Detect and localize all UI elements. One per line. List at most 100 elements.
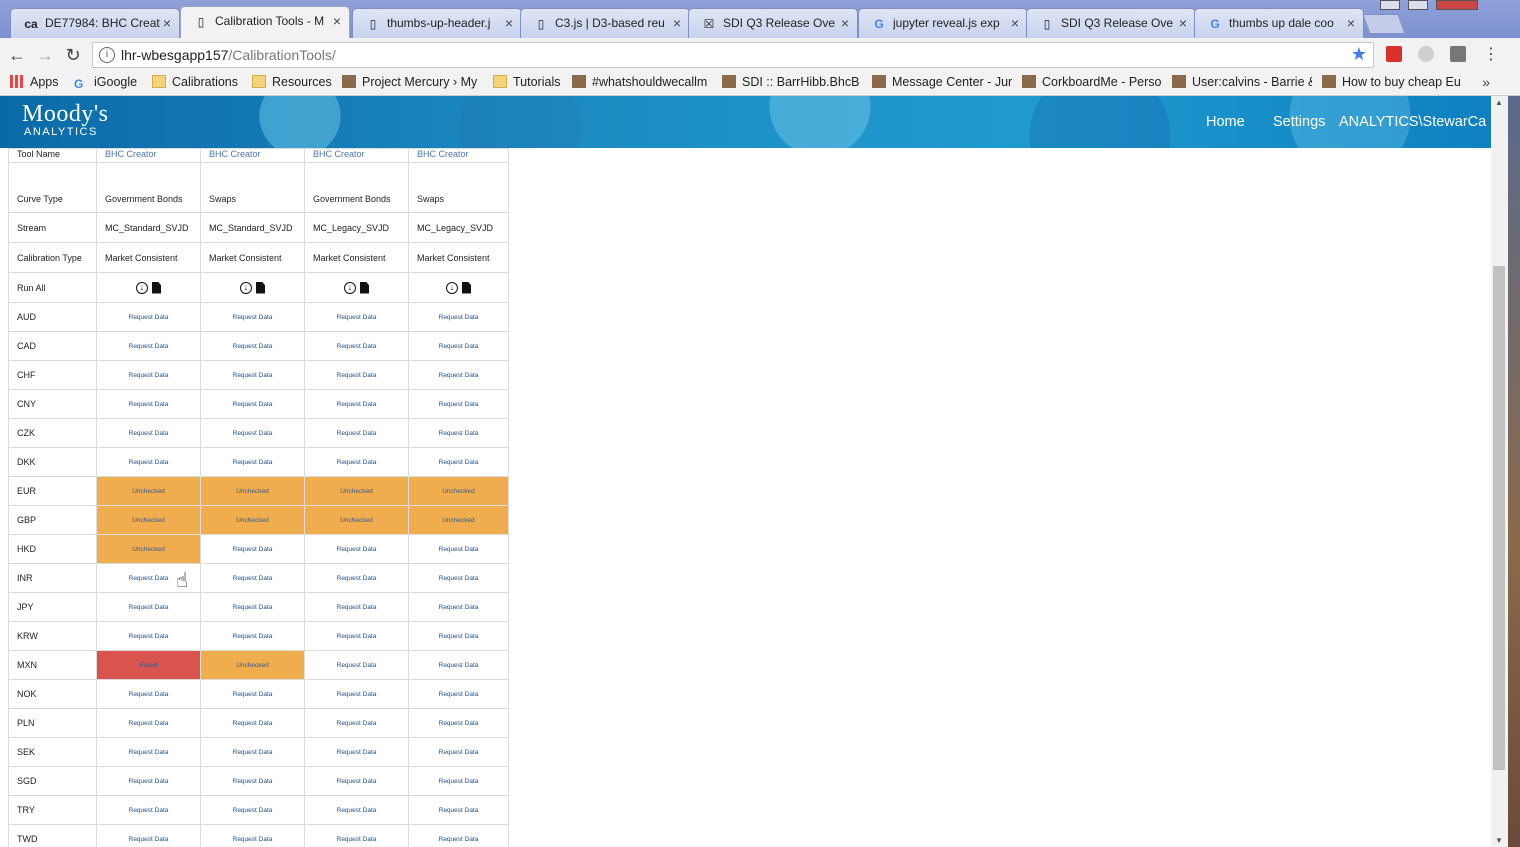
status-unchecked-cell[interactable]: Unchecked bbox=[408, 476, 509, 506]
close-tab-icon[interactable]: × bbox=[841, 15, 849, 31]
browser-tab[interactable]: Gjupyter reveal.js exp × bbox=[858, 8, 1028, 38]
status-unchecked-cell[interactable]: Unchecked bbox=[408, 505, 509, 535]
browser-tab[interactable]: ▯ C3.js | D3-based reu × bbox=[520, 8, 690, 38]
request-data-link[interactable]: Request Data bbox=[200, 795, 305, 825]
nav-user-link[interactable]: ANALYTICS\StewarCa bbox=[1339, 114, 1486, 130]
request-data-link[interactable]: Request Data bbox=[200, 679, 305, 709]
request-data-link[interactable]: Request Data bbox=[304, 302, 409, 332]
bookmark-item[interactable]: How to buy cheap Eu bbox=[1322, 75, 1462, 89]
request-data-link[interactable]: Request Data bbox=[304, 389, 409, 419]
document-icon[interactable] bbox=[256, 281, 265, 294]
status-failed-cell[interactable]: Failed bbox=[96, 650, 201, 680]
bookmark-star-icon[interactable]: ★ bbox=[1351, 44, 1367, 65]
extension-icon[interactable] bbox=[1450, 46, 1466, 62]
browser-tab[interactable]: ▯ SDI Q3 Release Ove × bbox=[1026, 8, 1196, 38]
reload-icon[interactable]: ↻ bbox=[62, 44, 84, 66]
request-data-link[interactable]: Request Data bbox=[200, 708, 305, 738]
request-data-link[interactable]: Request Data bbox=[408, 534, 509, 564]
browser-tab[interactable]: ca DE77984: BHC Creat × bbox=[10, 8, 180, 38]
request-data-link[interactable]: Request Data bbox=[200, 824, 305, 847]
extension-icon[interactable] bbox=[1386, 46, 1402, 62]
request-data-link[interactable]: Request Data bbox=[96, 621, 201, 651]
request-data-link[interactable]: Request Data bbox=[96, 766, 201, 796]
download-icon[interactable]: ↓ bbox=[240, 281, 252, 294]
bookmark-item[interactable]: GiGoogle bbox=[74, 75, 144, 91]
close-tab-icon[interactable]: × bbox=[333, 13, 341, 29]
more-bookmarks-icon[interactable]: » bbox=[1482, 74, 1490, 90]
scroll-up-icon[interactable]: ▲ bbox=[1495, 98, 1503, 107]
request-data-link[interactable]: Request Data bbox=[408, 708, 509, 738]
nav-home-link[interactable]: Home bbox=[1206, 114, 1245, 130]
request-data-link[interactable]: Request Data bbox=[96, 737, 201, 767]
request-data-link[interactable]: Request Data bbox=[96, 592, 201, 622]
forward-arrow-icon[interactable]: → bbox=[34, 44, 56, 66]
document-icon[interactable] bbox=[462, 281, 471, 294]
document-icon[interactable] bbox=[152, 281, 161, 294]
close-tab-icon[interactable]: × bbox=[1347, 15, 1355, 31]
request-data-link[interactable]: Request Data bbox=[304, 795, 409, 825]
request-data-link[interactable]: Request Data bbox=[408, 824, 509, 847]
download-icon[interactable]: ↓ bbox=[446, 281, 458, 294]
request-data-link[interactable]: Request Data bbox=[304, 360, 409, 390]
document-icon[interactable] bbox=[360, 281, 369, 294]
moodys-analytics-logo[interactable]: Moody's ANALYTICS bbox=[22, 102, 109, 138]
bookmark-item[interactable]: Resources bbox=[252, 75, 332, 89]
request-data-link[interactable]: Request Data bbox=[408, 360, 509, 390]
status-unchecked-cell[interactable]: Unchecked bbox=[200, 505, 305, 535]
request-data-link[interactable]: Request Data bbox=[200, 621, 305, 651]
browser-tab[interactable]: Gthumbs up dale coo × bbox=[1194, 8, 1364, 38]
status-unchecked-cell[interactable]: Unchecked bbox=[304, 476, 409, 506]
request-data-link[interactable]: Request Data bbox=[408, 302, 509, 332]
request-data-link[interactable]: Request Data bbox=[304, 447, 409, 477]
status-unchecked-cell[interactable]: Unchecked bbox=[96, 505, 201, 535]
browser-tab[interactable]: ▯ Calibration Tools - M × bbox=[180, 6, 350, 40]
close-tab-icon[interactable]: × bbox=[1011, 15, 1019, 31]
request-data-link[interactable]: Request Data bbox=[304, 621, 409, 651]
request-data-link[interactable]: Request Data bbox=[200, 592, 305, 622]
menu-kebab-icon[interactable]: ⋮ bbox=[1480, 44, 1502, 66]
request-data-link[interactable]: Request Data bbox=[408, 563, 509, 593]
status-unchecked-cell[interactable]: Unchecked bbox=[200, 650, 305, 680]
request-data-link[interactable]: Request Data bbox=[408, 737, 509, 767]
back-arrow-icon[interactable]: ← bbox=[6, 44, 28, 66]
request-data-link[interactable]: Request Data bbox=[408, 621, 509, 651]
status-unchecked-cell[interactable]: Unchecked bbox=[304, 505, 409, 535]
close-tab-icon[interactable]: × bbox=[1179, 15, 1187, 31]
status-unchecked-cell[interactable]: Unchecked bbox=[96, 534, 201, 564]
bookmark-item[interactable]: #whatshouldwecallm bbox=[572, 75, 714, 89]
tool-name-link[interactable]: BHC Creator bbox=[200, 148, 305, 163]
address-bar[interactable]: i lhr-wbesgapp157/CalibrationTools/ ★ bbox=[92, 42, 1374, 68]
request-data-link[interactable]: Request Data bbox=[96, 447, 201, 477]
close-tab-icon[interactable]: × bbox=[673, 15, 681, 31]
request-data-link[interactable]: Request Data bbox=[408, 389, 509, 419]
close-window-button[interactable] bbox=[1436, 0, 1478, 10]
request-data-link[interactable]: Request Data bbox=[408, 766, 509, 796]
request-data-link[interactable]: Request Data bbox=[200, 418, 305, 448]
info-icon[interactable]: i bbox=[99, 47, 115, 63]
request-data-link[interactable]: Request Data bbox=[408, 592, 509, 622]
close-tab-icon[interactable]: × bbox=[163, 15, 171, 31]
request-data-link[interactable]: Request Data bbox=[96, 708, 201, 738]
request-data-link[interactable]: Request Data bbox=[96, 418, 201, 448]
request-data-link[interactable]: Request Data bbox=[304, 331, 409, 361]
request-data-link[interactable]: Request Data bbox=[200, 360, 305, 390]
download-icon[interactable]: ↓ bbox=[136, 281, 148, 294]
request-data-link[interactable]: Request Data bbox=[200, 331, 305, 361]
request-data-link[interactable]: Request Data bbox=[304, 563, 409, 593]
request-data-link[interactable]: Request Data bbox=[408, 418, 509, 448]
request-data-link[interactable]: Request Data bbox=[304, 708, 409, 738]
request-data-link[interactable]: Request Data bbox=[200, 534, 305, 564]
minimize-button[interactable] bbox=[1380, 0, 1400, 10]
request-data-link[interactable]: Request Data bbox=[304, 737, 409, 767]
status-unchecked-cell[interactable]: Unchecked bbox=[96, 476, 201, 506]
request-data-link[interactable]: Request Data bbox=[304, 824, 409, 847]
request-data-link[interactable]: Request Data bbox=[408, 331, 509, 361]
request-data-link[interactable]: Request Data bbox=[304, 766, 409, 796]
close-tab-icon[interactable]: × bbox=[505, 15, 513, 31]
request-data-link[interactable]: Request Data bbox=[408, 679, 509, 709]
browser-tab[interactable]: ▯ thumbs-up-header.j × bbox=[352, 8, 522, 38]
request-data-link[interactable]: Request Data bbox=[96, 360, 201, 390]
bookmark-item[interactable]: CorkboardMe - Perso bbox=[1022, 75, 1162, 89]
status-unchecked-cell[interactable]: Unchecked bbox=[200, 476, 305, 506]
request-data-link[interactable]: Request Data bbox=[200, 766, 305, 796]
